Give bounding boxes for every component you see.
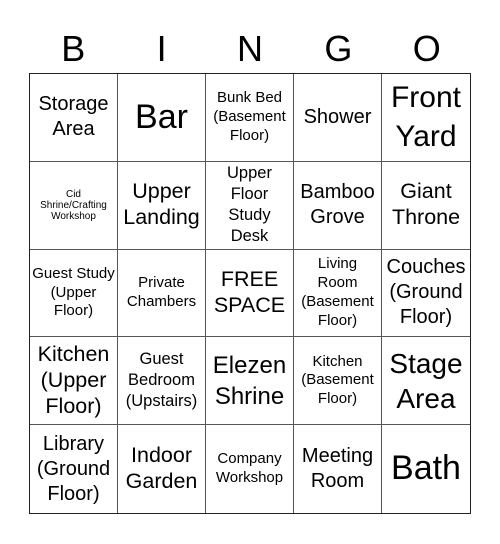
- bingo-cell[interactable]: Storage Area: [30, 74, 118, 162]
- bingo-cell[interactable]: Guest Bedroom (Upstairs): [118, 337, 206, 426]
- bingo-cell[interactable]: Upper Landing: [118, 161, 206, 250]
- bingo-cell[interactable]: Giant Throne: [382, 162, 470, 250]
- bingo-cell[interactable]: Living Room (Basement Floor): [294, 249, 382, 338]
- bingo-cell[interactable]: Bath: [382, 425, 470, 513]
- header-letter-g: G: [324, 28, 353, 69]
- bingo-cell[interactable]: Bar: [118, 74, 206, 162]
- bingo-cell[interactable]: Elezen Shrine: [206, 337, 294, 426]
- header-letter-i: I: [156, 28, 167, 69]
- bingo-cell[interactable]: Front Yard: [382, 74, 470, 162]
- bingo-header: B I N G O: [29, 26, 471, 72]
- bingo-cell[interactable]: Bunk Bed (Basement Floor): [206, 74, 294, 162]
- bingo-cell[interactable]: Library (Ground Floor): [30, 425, 118, 513]
- bingo-cell[interactable]: Couches (Ground Floor): [382, 250, 470, 338]
- bingo-cell[interactable]: Cid Shrine/Crafting Workshop: [30, 161, 118, 250]
- bingo-cell[interactable]: Kitchen (Upper Floor): [30, 337, 118, 426]
- bingo-cell[interactable]: Private Chambers: [118, 249, 206, 338]
- bingo-cell[interactable]: Meeting Room: [294, 425, 382, 513]
- bingo-cell[interactable]: Upper Floor Study Desk: [206, 161, 294, 250]
- bingo-cell[interactable]: Bamboo Grove: [294, 161, 382, 250]
- header-letter-o: O: [412, 28, 441, 69]
- bingo-cell[interactable]: Shower: [294, 74, 382, 162]
- bingo-grid: Storage Area Bar Bunk Bed (Basement Floo…: [29, 73, 471, 514]
- bingo-cell[interactable]: Guest Study (Upper Floor): [30, 249, 118, 338]
- header-letter-b: B: [61, 28, 86, 69]
- bingo-cell[interactable]: Stage Area: [382, 337, 470, 426]
- bingo-cell[interactable]: Kitchen (Basement Floor): [294, 337, 382, 426]
- bingo-cell[interactable]: Company Workshop: [206, 425, 294, 513]
- free-space-cell[interactable]: FREE SPACE: [206, 249, 294, 338]
- bingo-cell[interactable]: Indoor Garden: [118, 425, 206, 513]
- header-letter-n: N: [236, 28, 263, 69]
